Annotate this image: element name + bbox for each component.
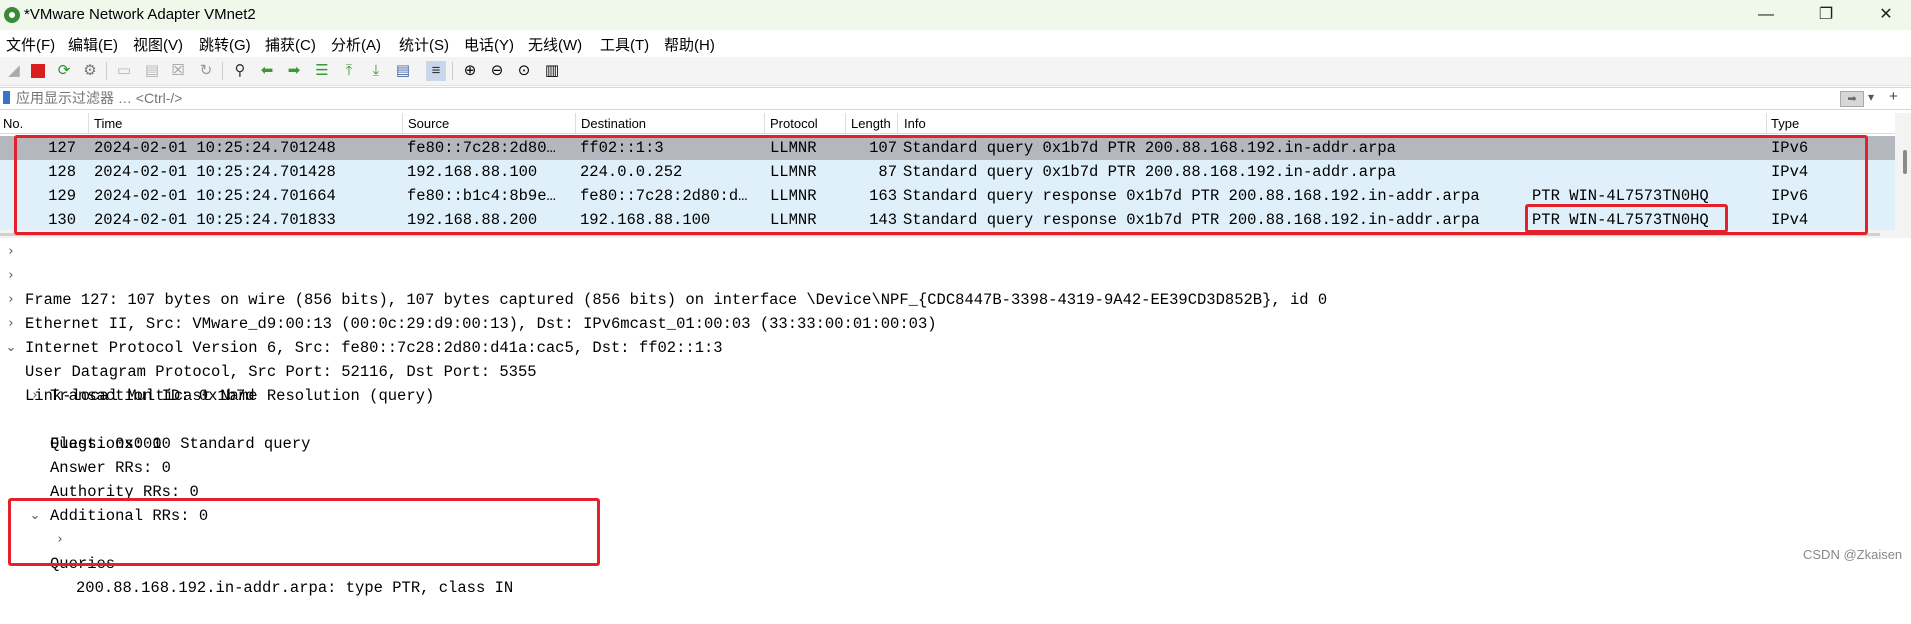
expand-arrow-icon[interactable]: ›	[4, 264, 18, 288]
detail-flags[interactable]: › Flags: 0x0000 Standard query	[0, 384, 310, 453]
resize-columns-icon[interactable]: ▥	[542, 61, 562, 81]
go-to-packet-icon[interactable]: ☰	[312, 61, 332, 81]
shark-fin-icon[interactable]: ◢	[4, 61, 24, 81]
menu-go[interactable]: 跳转(G)	[199, 34, 251, 55]
close-file-icon[interactable]: ☒	[168, 61, 188, 81]
column-info[interactable]: Info	[904, 116, 926, 131]
wireshark-icon	[4, 7, 20, 23]
save-file-icon[interactable]: ▤	[142, 61, 162, 81]
column-time[interactable]: Time	[94, 116, 122, 131]
colorize-icon[interactable]: ≡	[426, 61, 446, 81]
watermark: CSDN @Zkaisen	[1803, 547, 1903, 562]
find-packet-icon[interactable]: ⚲	[230, 61, 250, 81]
main-toolbar: ◢ ⟳ ⚙ ▭ ▤ ☒ ↻ ⚲ ⬅ ➡ ☰ ⤒ ⤓ ▤ ≡ ⊕ ⊖ ⊙ ▥	[0, 57, 1911, 86]
menu-file[interactable]: 文件(F)	[6, 34, 55, 55]
capture-options-icon[interactable]: ⚙	[80, 61, 100, 81]
detail-frame[interactable]: › Frame 127: 107 bytes on wire (856 bits…	[0, 240, 1327, 309]
display-filter-input[interactable]	[16, 88, 1836, 108]
chevron-down-icon[interactable]: ▾	[1868, 90, 1874, 104]
column-no[interactable]: No.	[3, 116, 23, 131]
stop-capture-icon[interactable]	[28, 61, 48, 81]
zoom-out-icon[interactable]: ⊖	[487, 61, 507, 81]
column-source[interactable]: Source	[408, 116, 449, 131]
packet-list-header: No. Time Source Destination Protocol Len…	[0, 113, 1895, 134]
last-packet-icon[interactable]: ⤓	[366, 61, 386, 81]
detail-ethernet[interactable]: › Ethernet II, Src: VMware_d9:00:13 (00:…	[0, 264, 936, 333]
detail-ipv6[interactable]: › Internet Protocol Version 6, Src: fe80…	[0, 288, 722, 357]
menu-capture[interactable]: 捕获(C)	[265, 34, 316, 55]
column-protocol[interactable]: Protocol	[770, 116, 818, 131]
expand-arrow-icon[interactable]: ›	[4, 240, 18, 264]
highlight-queries	[8, 498, 600, 566]
expand-arrow-icon[interactable]: ›	[4, 312, 18, 336]
column-type[interactable]: Type	[1771, 116, 1799, 131]
column-length[interactable]: Length	[851, 116, 891, 131]
go-forward-icon[interactable]: ➡	[284, 61, 304, 81]
detail-answer-rrs[interactable]: Answer RRs: 0	[0, 432, 171, 477]
packet-list-scrollbar[interactable]	[1895, 113, 1911, 238]
menu-view[interactable]: 视图(V)	[133, 34, 183, 55]
menu-analyze[interactable]: 分析(A)	[331, 34, 381, 55]
detail-questions[interactable]: Questions: 1	[0, 408, 162, 453]
zoom-in-icon[interactable]: ⊕	[460, 61, 480, 81]
menu-telephony[interactable]: 电话(Y)	[464, 34, 514, 55]
column-destination[interactable]: Destination	[581, 116, 646, 131]
autoscroll-icon[interactable]: ▤	[393, 61, 413, 81]
minimize-button[interactable]: —	[1752, 4, 1780, 26]
menu-bar: 文件(F) 编辑(E) 视图(V) 跳转(G) 捕获(C) 分析(A) 统计(S…	[0, 31, 1911, 55]
open-file-icon[interactable]: ▭	[114, 61, 134, 81]
highlight-ptr-answer	[1525, 204, 1728, 233]
collapse-arrow-icon[interactable]: ⌄	[4, 336, 18, 360]
zoom-reset-icon[interactable]: ⊙	[514, 61, 534, 81]
menu-edit[interactable]: 编辑(E)	[68, 34, 118, 55]
title-bar: *VMware Network Adapter VMnet2 — ❐ ✕	[0, 0, 1911, 30]
add-filter-button[interactable]: +	[1889, 88, 1898, 105]
expand-arrow-icon[interactable]: ›	[4, 288, 18, 312]
arrow-right-icon[interactable]: ➡	[1840, 91, 1864, 107]
first-packet-icon[interactable]: ⤒	[339, 61, 359, 81]
packet-list-scroll-thumb[interactable]	[1903, 150, 1907, 174]
go-back-icon[interactable]: ⬅	[257, 61, 277, 81]
display-filter-bar: ➡ ▾ +	[0, 87, 1911, 110]
expand-arrow-icon[interactable]: ›	[28, 384, 42, 408]
detail-udp[interactable]: › User Datagram Protocol, Src Port: 5211…	[0, 312, 536, 381]
window-title: *VMware Network Adapter VMnet2	[24, 6, 256, 23]
restart-capture-icon[interactable]: ⟳	[54, 61, 74, 81]
maximize-button[interactable]: ❐	[1812, 4, 1840, 26]
bookmark-icon[interactable]	[3, 91, 10, 104]
menu-wireless[interactable]: 无线(W)	[528, 34, 582, 55]
menu-statistics[interactable]: 统计(S)	[399, 34, 449, 55]
menu-help[interactable]: 帮助(H)	[664, 34, 715, 55]
detail-llmnr[interactable]: ⌄ Link-local Multicast Name Resolution (…	[0, 336, 435, 405]
reload-file-icon[interactable]: ↻	[196, 61, 216, 81]
menu-tools[interactable]: 工具(T)	[600, 34, 649, 55]
detail-authority-rrs[interactable]: Authority RRs: 0	[0, 456, 199, 501]
close-button[interactable]: ✕	[1872, 4, 1900, 26]
detail-transaction-id[interactable]: Transaction ID: 0x1b7d	[0, 360, 255, 405]
